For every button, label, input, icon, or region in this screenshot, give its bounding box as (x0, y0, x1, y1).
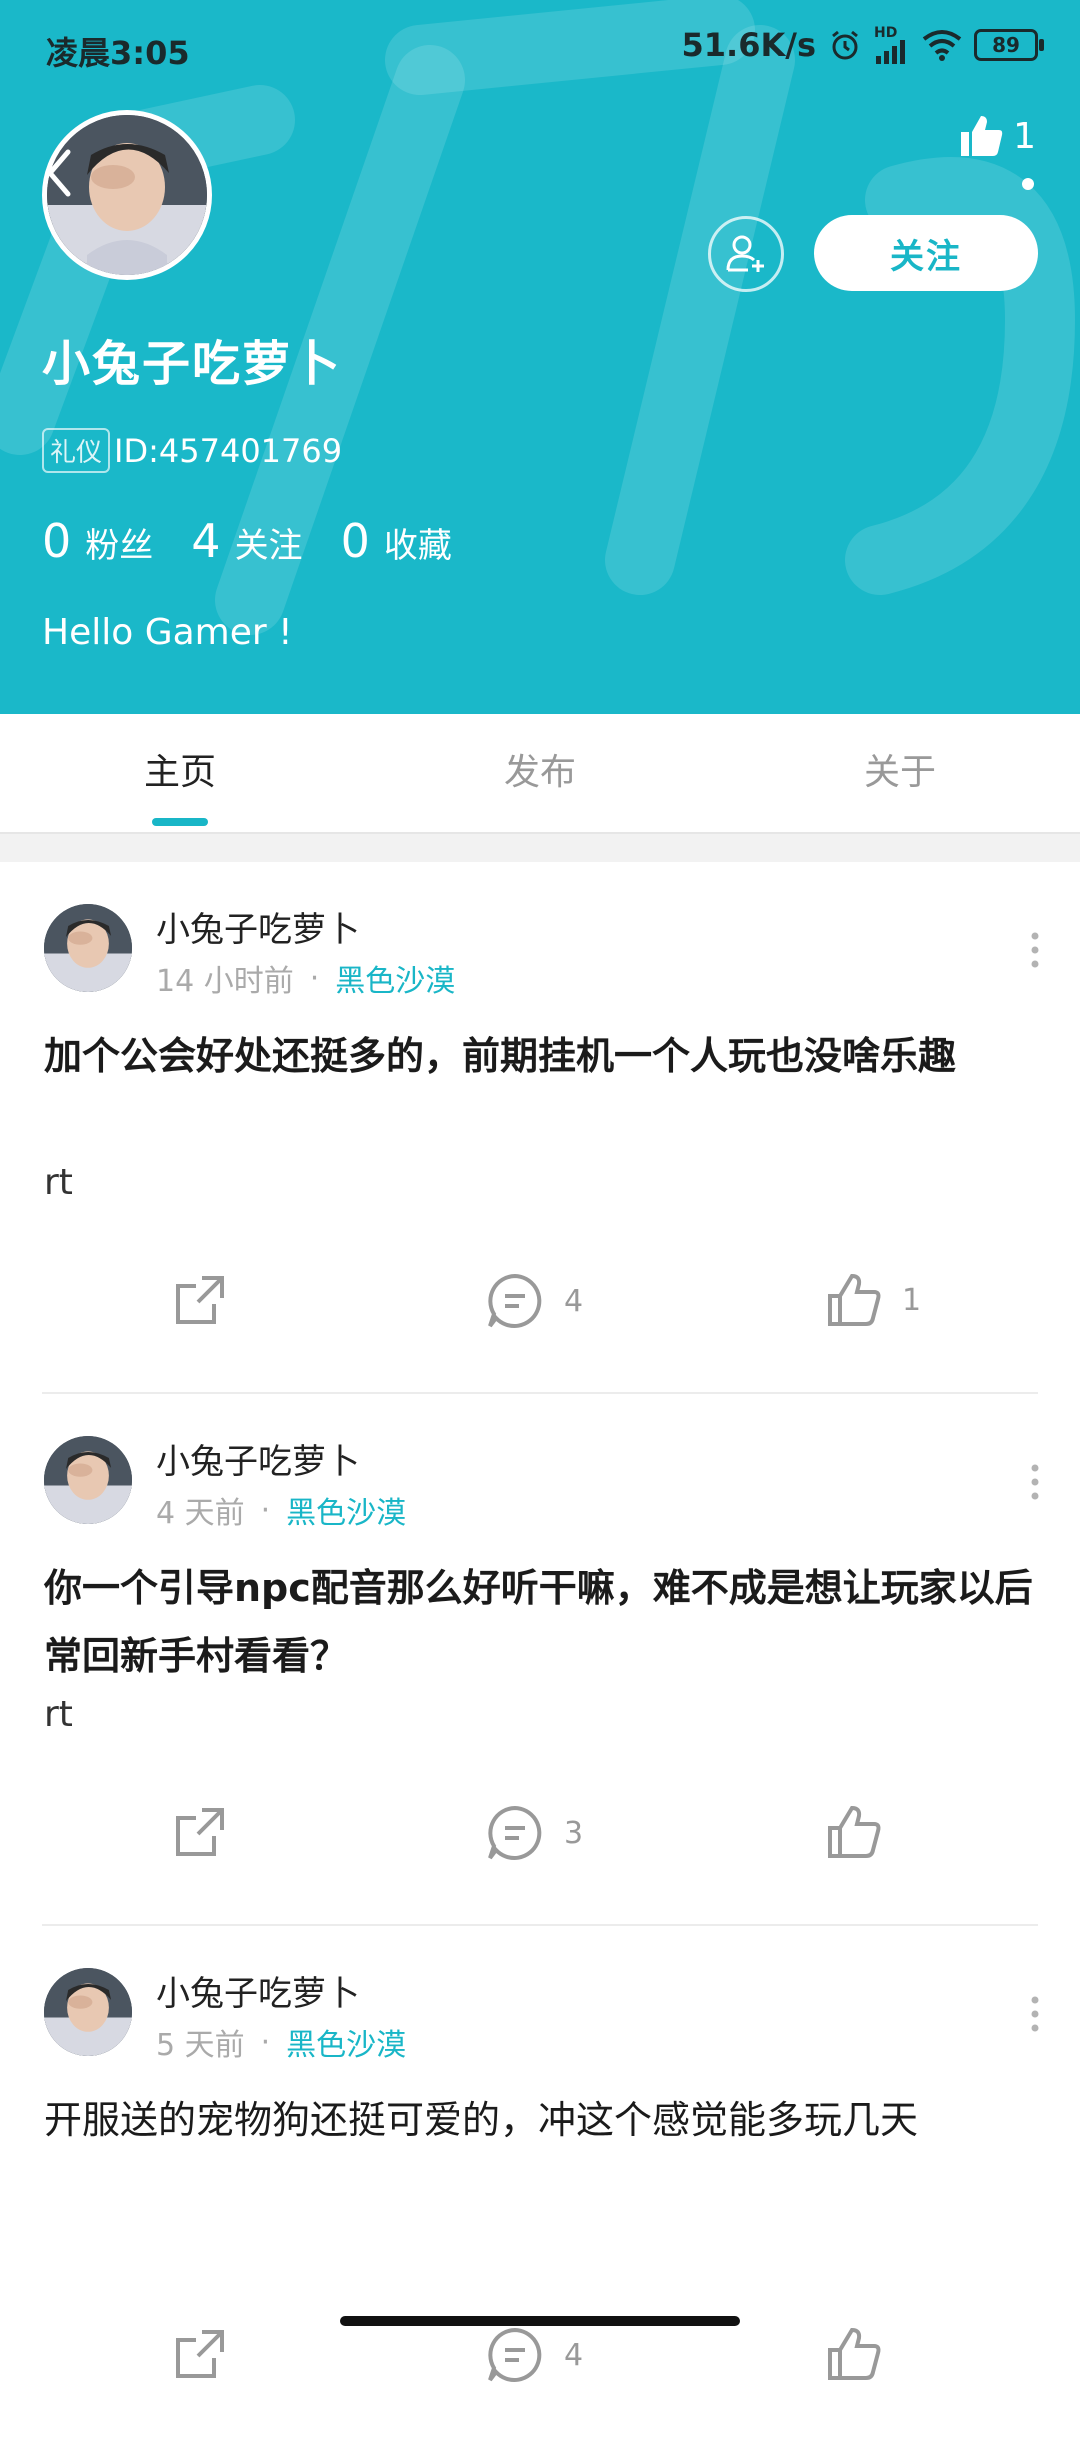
post-game-tag[interactable]: 黑色沙漠 (286, 2020, 406, 2064)
comment-button[interactable]: 4 (486, 1272, 583, 1330)
wifi-icon (922, 30, 962, 61)
network-speed: 51.6K/s (681, 26, 816, 64)
profile-stats: 0 粉丝 4 关注 0 收藏 (42, 514, 490, 568)
post-avatar[interactable] (44, 904, 132, 992)
stat-fans-label: 粉丝 (85, 526, 154, 566)
post-body[interactable]: rt (44, 1162, 73, 1203)
post-card[interactable]: 小兔子吃萝卜 14 小时前 · 黑色沙漠 加个公会好处还挺多的，前期挂机一个人玩… (0, 862, 1080, 1392)
stat-fans[interactable]: 0 粉丝 (42, 514, 153, 568)
profile-likes[interactable]: 1 (957, 112, 1036, 160)
like-button[interactable] (826, 1804, 902, 1860)
profile-id-row: 礼仪 ID:457401769 (42, 428, 342, 473)
post-title[interactable]: 你一个引导npc配音那么好听干嘛，难不成是想让玩家以后常回新手村看看？ (44, 1554, 1034, 1690)
post-card[interactable]: 小兔子吃萝卜 4 天前 · 黑色沙漠 你一个引导npc配音那么好听干嘛，难不成是… (42, 1392, 1040, 1924)
profile-header: 凌晨3:05 51.6K/s HD 89 1 关注 小兔子吃萝卜 礼仪 ID:4… (0, 0, 1080, 714)
like-button[interactable]: 1 (826, 1272, 921, 1328)
hd-label: HD (874, 25, 898, 41)
post-avatar[interactable] (44, 1968, 132, 2056)
post-title[interactable]: 加个公会好处还挺多的，前期挂机一个人玩也没啥乐趣 (44, 1022, 1034, 1090)
thumbs-up-icon (828, 1805, 881, 1858)
stat-favorites-count: 0 (340, 514, 370, 568)
status-time: 凌晨3:05 (46, 34, 190, 72)
post-username[interactable]: 小兔子吃萝卜 (156, 902, 360, 951)
share-button[interactable] (172, 1804, 228, 1860)
comment-count: 4 (564, 2337, 584, 2373)
post-feed: 小兔子吃萝卜 14 小时前 · 黑色沙漠 加个公会好处还挺多的，前期挂机一个人玩… (0, 862, 1080, 2456)
thumbs-up-icon (828, 2327, 881, 2380)
stat-following-count: 4 (191, 514, 221, 568)
profile-name: 小兔子吃萝卜 (42, 336, 343, 392)
post-avatar[interactable] (44, 1436, 132, 1524)
share-icon (176, 1276, 224, 1324)
post-title[interactable]: 开服送的宠物狗还挺可爱的，冲这个感觉能多玩几天 (44, 2086, 1034, 2154)
post-meta: 5 天前 · 黑色沙漠 (156, 2020, 406, 2064)
home-indicator[interactable] (340, 2316, 740, 2326)
comment-icon (488, 1805, 542, 1860)
comment-count: 4 (564, 1283, 584, 1319)
signal-icon (876, 40, 905, 64)
more-options-icon[interactable] (1030, 1996, 1040, 2032)
tab-about-label: 关于 (863, 752, 936, 793)
more-options-icon[interactable] (1030, 932, 1040, 968)
add-friend-button[interactable] (708, 216, 784, 292)
avatar-image (44, 904, 132, 992)
share-button[interactable] (172, 1272, 228, 1328)
comment-icon (488, 1273, 542, 1328)
tab-home-label: 主页 (143, 752, 216, 793)
etiquette-badge[interactable]: 礼仪 (42, 428, 111, 473)
comment-button[interactable]: 4 (486, 2326, 583, 2384)
post-meta: 4 天前 · 黑色沙漠 (156, 1488, 406, 1532)
thumbs-up-filled-icon (961, 116, 1003, 156)
stat-following[interactable]: 4 关注 (191, 514, 302, 568)
post-game-tag[interactable]: 黑色沙漠 (335, 956, 455, 1000)
profile-id: ID:457401769 (114, 431, 343, 470)
like-button[interactable] (826, 2326, 882, 2382)
stat-favorites[interactable]: 0 收藏 (341, 514, 452, 568)
meta-separator: · (260, 2024, 271, 2060)
comment-count: 3 (564, 1815, 584, 1851)
post-username[interactable]: 小兔子吃萝卜 (156, 1966, 360, 2015)
post-meta: 14 小时前 · 黑色沙漠 (156, 956, 455, 1000)
more-options-icon[interactable] (1030, 1464, 1040, 1500)
like-count: 1 (902, 1282, 922, 1318)
active-tab-indicator (152, 818, 208, 826)
stat-favorites-label: 收藏 (383, 526, 452, 566)
post-card[interactable]: 小兔子吃萝卜 5 天前 · 黑色沙漠 开服送的宠物狗还挺可爱的，冲这个感觉能多玩… (42, 1924, 1040, 2456)
back-arrow-icon[interactable] (44, 148, 74, 198)
tab-about[interactable]: 关于 (720, 714, 1080, 832)
stat-fans-count: 0 (42, 514, 72, 568)
profile-bio: Hello Gamer ! (42, 612, 293, 653)
avatar-image (44, 1968, 132, 2056)
share-icon (176, 2330, 224, 2378)
avatar-image (44, 1436, 132, 1524)
post-time: 14 小时前 (156, 964, 294, 999)
post-actions: 3 (0, 1804, 1080, 1894)
share-icon (176, 1808, 224, 1856)
thumbs-up-icon (828, 1273, 881, 1326)
stat-following-label: 关注 (234, 526, 303, 566)
add-user-icon (726, 235, 764, 272)
alarm-icon (832, 30, 858, 60)
post-actions: 4 1 (0, 1272, 1080, 1362)
meta-separator: · (260, 1492, 271, 1528)
share-button[interactable] (172, 2326, 228, 2382)
profile-tabs: 主页 发布 关于 (0, 714, 1080, 834)
section-divider (0, 834, 1080, 862)
follow-button[interactable]: 关注 (814, 215, 1038, 291)
notification-dot (1022, 178, 1034, 190)
meta-separator: · (309, 960, 320, 996)
comment-icon (488, 2327, 542, 2382)
post-body[interactable]: rt (44, 1694, 73, 1735)
battery-icon: 89 (974, 29, 1044, 61)
tab-home[interactable]: 主页 (0, 714, 360, 832)
post-time: 5 天前 (156, 2028, 245, 2063)
tab-posts-label: 发布 (503, 752, 576, 793)
tab-posts[interactable]: 发布 (360, 714, 720, 832)
status-bar: 凌晨3:05 51.6K/s HD 89 (0, 0, 1080, 96)
comment-button[interactable]: 3 (486, 1804, 583, 1862)
likes-count: 1 (1013, 115, 1036, 157)
post-game-tag[interactable]: 黑色沙漠 (286, 1488, 406, 1532)
post-time: 4 天前 (156, 1496, 245, 1531)
post-username[interactable]: 小兔子吃萝卜 (156, 1434, 360, 1483)
